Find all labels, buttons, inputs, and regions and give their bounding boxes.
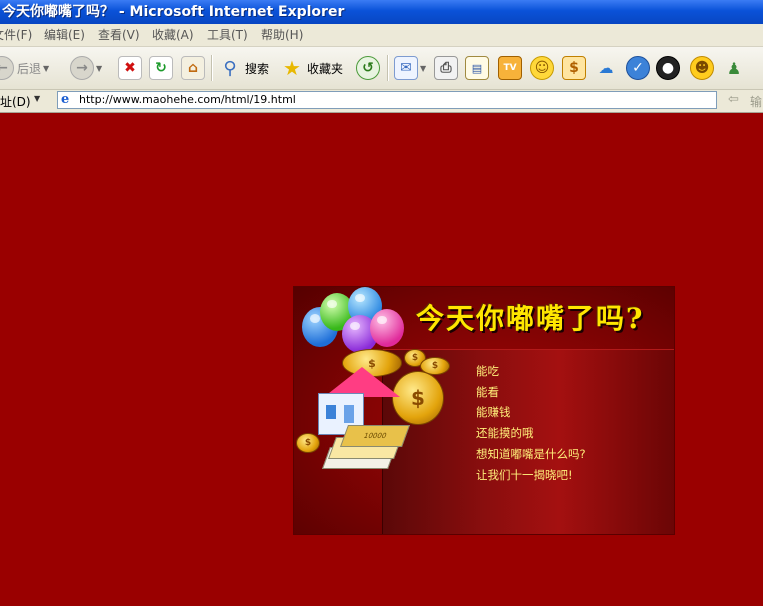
home-button[interactable]: ⌂ [181, 53, 205, 83]
chevron-down-icon: ▼ [420, 63, 427, 73]
smiley-icon: ☺ [530, 56, 554, 80]
menu-edit[interactable]: 编辑(E) [44, 24, 85, 46]
refresh-button[interactable]: ↻ [149, 53, 173, 83]
print-icon: ⎙ [434, 56, 458, 80]
banner-line: 还能摸的哦 [476, 426, 534, 441]
menu-tools[interactable]: 工具(T) [207, 24, 248, 46]
banner-line: 能吃 [476, 364, 499, 378]
address-label: 址(D) [0, 95, 31, 109]
search-label: 搜索 [245, 61, 270, 76]
window-title: 今天你嘟嘴了吗？ - Microsoft Internet Explorer [2, 4, 345, 20]
globe-icon: ✓ [626, 56, 650, 80]
banner-title: 今天你嘟嘴了吗? [416, 302, 645, 335]
chevron-down-icon[interactable]: ▼ [34, 94, 40, 103]
print-button[interactable]: ⎙ [434, 53, 458, 83]
toolbar: ← 后退 ▼ → ▼ ✖ ↻ ⌂ ⚲ 搜索 ★ 收藏夹 ↺ ✉ ▼ ⎙ ▤ TV… [0, 47, 763, 90]
go-label[interactable]: 输 [750, 93, 762, 110]
back-button[interactable]: ← 后退 ▼ [0, 53, 49, 83]
emoticon-button[interactable]: ☻ [690, 53, 714, 83]
banner-line: 想知道嘟嘴是什么吗? [476, 446, 586, 461]
window-title-bar[interactable]: 今天你嘟嘴了吗？ - Microsoft Internet Explorer [0, 0, 763, 24]
coin-icon: $ [296, 433, 320, 453]
history-button[interactable]: ↺ [356, 53, 380, 83]
edit-document-icon: ▤ [465, 56, 489, 80]
tv-icon: TV [498, 56, 522, 80]
messenger-button[interactable]: ☺ [530, 53, 554, 83]
menu-help[interactable]: 帮助(H) [261, 24, 303, 46]
banner-line: 能看 [476, 384, 499, 399]
mail-button[interactable]: ✉ ▼ [394, 53, 426, 83]
house-window-icon [326, 405, 336, 419]
tv-button[interactable]: TV [498, 53, 522, 83]
qq-button[interactable]: ● [656, 53, 680, 83]
money-bag-icon: $ [562, 56, 586, 80]
forward-arrow-icon: → [70, 56, 94, 80]
menu-file[interactable]: 文件(F) [0, 24, 32, 46]
forward-button[interactable]: → ▼ [70, 53, 102, 83]
cash-stack-icon: 10000 [339, 425, 411, 447]
toolbar-separator [211, 55, 213, 81]
stop-icon: ✖ [118, 56, 142, 80]
search-icon: ⚲ [223, 57, 237, 79]
contacts-button[interactable]: ♟ [722, 53, 746, 83]
favorites-button[interactable]: ★ 收藏夹 [280, 53, 343, 83]
back-label: 后退 [17, 61, 42, 76]
chevron-down-icon: ▼ [96, 63, 103, 73]
chat-icon: ☁ [598, 59, 614, 77]
address-input[interactable]: e http://www.maohehe.com/html/19.html [57, 91, 717, 109]
address-bar: 址(D) ▼ e http://www.maohehe.com/html/19.… [0, 90, 763, 113]
globe-button[interactable]: ✓ [626, 53, 650, 83]
menu-bar: 文件(F) 编辑(E) 查看(V) 收藏(A) 工具(T) 帮助(H) [0, 24, 763, 47]
banner-line: 让我们十一揭晓吧! [476, 467, 573, 482]
back-arrow-icon: ← [0, 56, 14, 80]
favorites-label: 收藏夹 [307, 61, 344, 76]
mail-icon: ✉ [394, 56, 418, 80]
history-icon: ↺ [356, 56, 380, 80]
edit-page-button[interactable]: ▤ [465, 53, 489, 83]
home-icon: ⌂ [181, 56, 205, 80]
house-door-icon [344, 405, 354, 423]
star-icon: ★ [283, 56, 301, 80]
toolbar-separator [387, 55, 389, 81]
refresh-icon: ↻ [149, 56, 173, 80]
penguin-icon: ● [656, 56, 680, 80]
chevron-down-icon: ▼ [43, 63, 50, 73]
promo-banner: $ $ $ $ $ 10000 今天你嘟嘴了吗? 能吃 能看 能赚钱 还能摸的哦… [293, 286, 675, 535]
pink-balloon-icon [370, 309, 404, 347]
go-arrow-icon[interactable]: ⇦ [728, 92, 739, 107]
ie-page-icon: e [61, 92, 70, 107]
money-bag-button[interactable]: $ [562, 53, 586, 83]
menu-favorites[interactable]: 收藏(A) [152, 24, 194, 46]
address-url[interactable]: http://www.maohehe.com/html/19.html [79, 93, 296, 106]
stop-button[interactable]: ✖ [118, 53, 142, 83]
search-button[interactable]: ⚲ 搜索 [218, 53, 269, 83]
people-icon: ♟ [726, 58, 742, 78]
chat-button[interactable]: ☁ [594, 53, 618, 83]
banner-text-list: 能吃 能看 能赚钱 还能摸的哦 想知道嘟嘴是什么吗? 让我们十一揭晓吧! [476, 361, 586, 485]
menu-view[interactable]: 查看(V) [98, 24, 140, 46]
wink-icon: ☻ [690, 56, 714, 80]
banner-line: 能赚钱 [476, 405, 511, 420]
